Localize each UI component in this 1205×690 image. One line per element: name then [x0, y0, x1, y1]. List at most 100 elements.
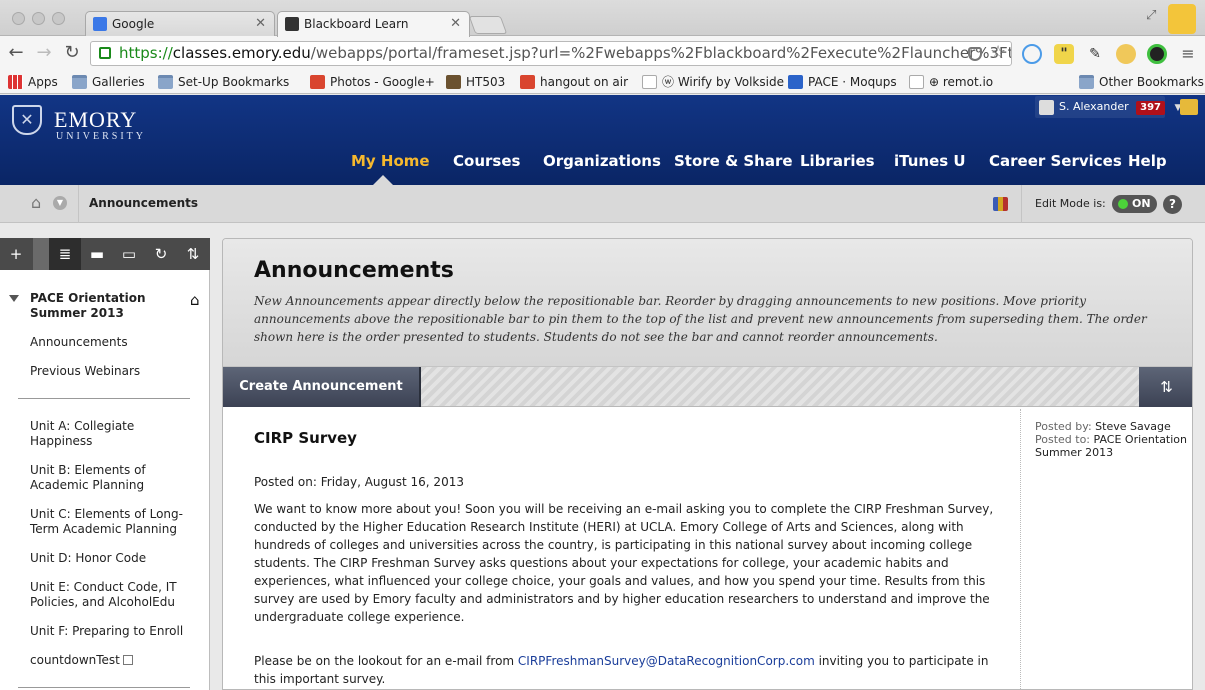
profile-avatar[interactable] [1168, 4, 1196, 34]
folder-icon [72, 75, 87, 89]
palette-icon[interactable] [993, 197, 1008, 211]
bookmark-label: Set-Up Bookmarks H [178, 75, 294, 89]
menu-item-unit-a[interactable]: Unit A: Collegiate Happiness [30, 419, 160, 449]
bookmark-setup[interactable]: Set-Up Bookmarks H [158, 73, 294, 91]
announcement-posted-on: Posted on: Friday, August 16, 2013 [254, 475, 464, 489]
menu-divider [18, 687, 190, 688]
logo-sub-text: UNIVERSITY [56, 131, 146, 142]
bookmark-ht503[interactable]: HT503 [446, 73, 505, 91]
course-title[interactable]: PACE Orientation Summer 2013 [30, 291, 180, 321]
forward-arrow-icon[interactable]: → [33, 42, 55, 64]
folder-view-icon[interactable]: ▬ [81, 238, 113, 270]
list-view-icon[interactable]: ≣ [49, 238, 81, 270]
bookmark-label: Galleries [92, 75, 145, 89]
page-title: Announcements [254, 258, 454, 283]
quote-extension-icon[interactable]: " [1054, 44, 1074, 64]
new-window-icon[interactable]: ▭ [113, 238, 145, 270]
active-tab-pointer [373, 175, 393, 185]
google-plus-icon [310, 75, 325, 89]
bookmark-hangout[interactable]: hangout on air [520, 73, 628, 91]
menu-item-unit-c[interactable]: Unit C: Elements of Long-Term Academic P… [30, 507, 190, 537]
nav-store-share[interactable]: Store & Share [674, 152, 793, 170]
page-icon [909, 75, 924, 89]
bookmark-remotio[interactable]: ⊕ remot.io [909, 73, 993, 91]
zoom-window-icon[interactable] [52, 12, 65, 25]
bookmark-apps[interactable]: Apps [8, 73, 58, 91]
toggle-on-indicator [1118, 199, 1128, 209]
refresh-icon[interactable]: ↻ [145, 238, 177, 270]
bookmark-galleries[interactable]: Galleries [72, 73, 145, 91]
announcement-body-2: Please be on the lookout for an e-mail f… [254, 652, 999, 688]
color-wheel-icon[interactable] [1147, 44, 1167, 64]
close-tab-icon[interactable]: ✕ [255, 12, 266, 36]
tab-google[interactable]: Google ✕ [85, 11, 275, 37]
fullscreen-icon[interactable]: ⤢ [1146, 8, 1156, 23]
posted-to-row: Posted to: PACE Orientation Summer 2013 [1035, 433, 1190, 459]
user-menu[interactable]: S. Alexander 397 ▼ [1035, 96, 1181, 118]
shield-icon[interactable] [968, 47, 982, 61]
course-menu: + ≣ ▬ ▭ ↻ ⇅ PACE Orientation Summer 2013… [0, 238, 210, 690]
menu-item-unit-e[interactable]: Unit E: Conduct Code, IT Policies, and A… [30, 580, 190, 610]
nav-libraries[interactable]: Libraries [800, 152, 875, 170]
nav-itunes-u[interactable]: iTunes U [894, 152, 966, 170]
bookmark-label: ⊕ remot.io [929, 75, 994, 89]
edit-icon[interactable] [122, 655, 133, 665]
announcement-title[interactable]: CIRP Survey [254, 429, 357, 447]
reload-icon[interactable]: ↻ [61, 42, 83, 64]
help-button[interactable]: ? [1163, 195, 1182, 214]
bookmark-label: HT503 [466, 75, 506, 89]
nav-organizations[interactable]: Organizations [543, 152, 661, 170]
address-bar[interactable]: https://classes.emory.edu/webapps/portal… [90, 41, 1012, 66]
reorder-icon[interactable]: ⇅ [177, 238, 209, 270]
pencil-icon[interactable]: ✎ [1085, 44, 1105, 64]
breadcrumb-current: Announcements [89, 196, 199, 210]
bookmark-wirify[interactable]: ⓦ Wirify by Volkside [642, 73, 784, 91]
edit-mode-toggle[interactable]: ON [1112, 195, 1157, 213]
nav-my-home[interactable]: My Home [351, 152, 430, 170]
posted-by-value: Steve Savage [1095, 420, 1171, 433]
chevron-down-icon[interactable]: ▼ [53, 196, 67, 210]
smiley-extension-icon[interactable] [1116, 44, 1136, 64]
browser-toolbar: ← → ↻ https://classes.emory.edu/webapps/… [0, 36, 1205, 70]
announcement-body: We want to know more about you! Soon you… [254, 502, 994, 624]
browser-tab-strip: Google ✕ Blackboard Learn ✕ ⤢ [0, 0, 1205, 37]
site-favicon-icon [446, 75, 461, 89]
menu-divider [18, 398, 190, 399]
edit-mode-state: ON [1132, 197, 1151, 210]
extension-circle-icon[interactable] [1022, 44, 1042, 64]
bookmark-photos[interactable]: Photos - Google+ [310, 73, 435, 91]
new-tab-button[interactable] [468, 16, 508, 34]
add-menu-item-icon[interactable]: + [0, 238, 32, 270]
sort-icon[interactable]: ⇅ [1139, 367, 1192, 407]
bookmark-moqups[interactable]: PACE · Moqups [788, 73, 897, 91]
logout-icon[interactable] [1180, 99, 1198, 115]
course-home-icon[interactable]: ⌂ [190, 291, 200, 309]
menu-item-unit-b[interactable]: Unit B: Elements of Academic Planning [30, 463, 160, 493]
breadcrumb-bar: ⌂ ▼ Announcements Edit Mode is: ON ? [0, 185, 1205, 223]
tab-title: Blackboard Learn [304, 17, 409, 31]
menu-item-announcements[interactable]: Announcements [30, 335, 200, 350]
close-tab-icon[interactable]: ✕ [450, 12, 461, 36]
menu-item-unit-d[interactable]: Unit D: Honor Code [30, 551, 200, 566]
url-scheme: https:// [119, 44, 173, 62]
home-icon[interactable]: ⌂ [31, 195, 49, 211]
nav-help[interactable]: Help [1128, 152, 1167, 170]
menu-hamburger-icon[interactable]: ≡ [1178, 44, 1198, 64]
email-link[interactable]: CIRPFreshmanSurvey@DataRecognitionCorp.c… [518, 654, 815, 668]
drag-handle[interactable] [33, 238, 49, 270]
menu-item-unit-f[interactable]: Unit F: Preparing to Enroll [30, 624, 200, 639]
close-window-icon[interactable] [12, 12, 25, 25]
menu-item-countdown-test[interactable]: countdownTest [30, 653, 200, 668]
minimize-window-icon[interactable] [32, 12, 45, 25]
nav-courses[interactable]: Courses [453, 152, 520, 170]
menu-item-previous-webinars[interactable]: Previous Webinars [30, 364, 200, 379]
notification-badge[interactable]: 397 [1136, 101, 1166, 115]
bookmark-other[interactable]: Other Bookmarks [1079, 73, 1204, 91]
create-announcement-button[interactable]: Create Announcement [223, 367, 421, 407]
secure-lock-icon [99, 47, 111, 59]
bookmark-star-icon[interactable]: ☆ [990, 42, 1006, 63]
back-arrow-icon[interactable]: ← [5, 42, 27, 64]
tab-blackboard[interactable]: Blackboard Learn ✕ [277, 11, 470, 37]
collapse-triangle-icon[interactable] [9, 295, 19, 302]
nav-career-services[interactable]: Career Services [989, 152, 1122, 170]
